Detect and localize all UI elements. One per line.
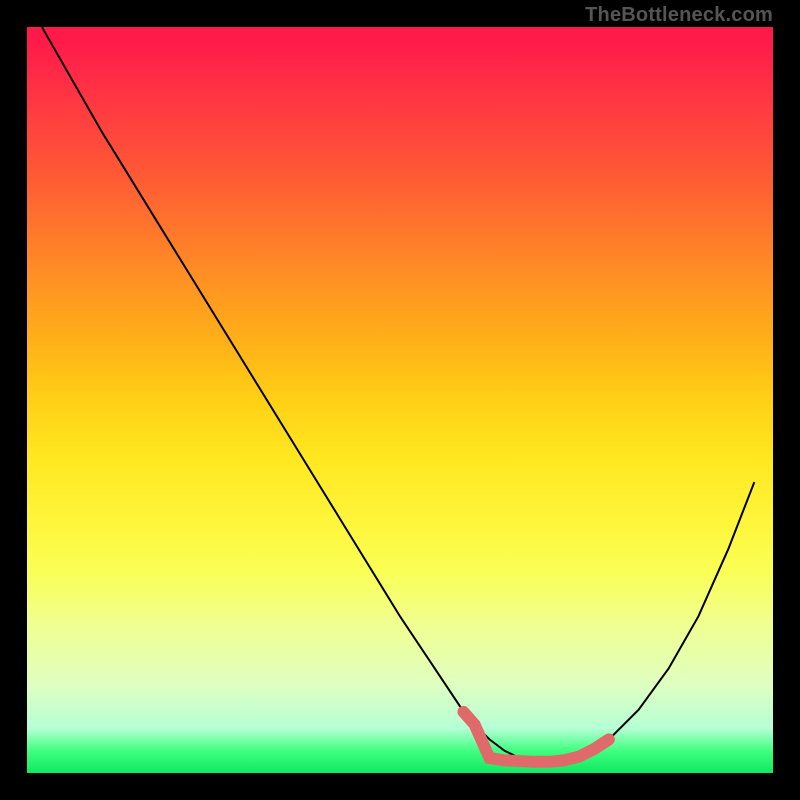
highlight-segment xyxy=(463,712,608,762)
watermark-text: TheBottleneck.com xyxy=(585,4,773,27)
chart-container: TheBottleneck.com xyxy=(0,0,800,800)
main-curve xyxy=(42,27,754,762)
curve-layer xyxy=(27,27,773,773)
plot-area xyxy=(27,27,773,773)
